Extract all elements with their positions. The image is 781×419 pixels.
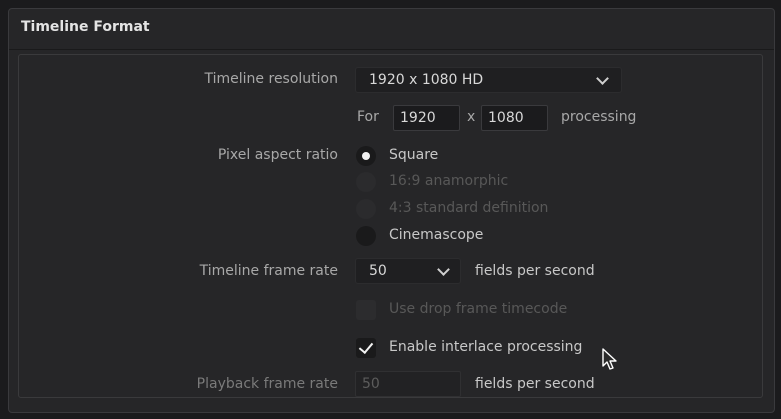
radio-4-3-standard-definition [356,199,376,219]
panel-title: Timeline Format [21,19,150,35]
mouse-pointer-icon [602,348,617,370]
radio-cinemascope-label: Cinemascope [389,227,484,243]
for-label: For [357,109,379,125]
interlace-checkbox[interactable] [356,338,376,358]
radio-cinemascope[interactable] [356,226,376,246]
radio-square[interactable] [356,146,376,166]
times-label: x [467,109,476,125]
processing-label: processing [561,109,637,125]
playback-frame-rate-label: Playback frame rate [196,376,338,392]
chevron-down-icon [596,72,609,85]
resolution-height-value: 1080 [488,110,524,126]
timeline-resolution-value: 1920 x 1080 HD [369,72,484,88]
timeline-frame-rate-label: Timeline frame rate [199,263,338,279]
resolution-width-field[interactable]: 1920 [393,105,460,131]
playback-frame-rate-value: 50 [362,376,380,392]
timeline-resolution-label: Timeline resolution [204,71,338,87]
radio-square-label: Square [389,147,439,163]
checkmark-icon [358,338,374,355]
resolution-width-value: 1920 [400,110,436,126]
timeline-resolution-dropdown[interactable]: 1920 x 1080 HD [355,67,622,93]
chevron-down-icon [437,263,450,276]
resolution-height-field[interactable]: 1080 [481,105,548,131]
frame-rate-unit-label: fields per second [475,263,595,279]
drop-frame-checkbox [356,300,376,320]
timeline-frame-rate-value: 50 [369,263,387,279]
radio-16-9-anamorphic-label: 16:9 anamorphic [389,173,509,189]
timeline-frame-rate-dropdown[interactable]: 50 [355,258,461,284]
playback-unit-label: fields per second [475,376,595,392]
playback-frame-rate-field: 50 [355,371,461,397]
panel-header: Timeline Format [9,9,774,50]
radio-16-9-anamorphic [356,172,376,192]
interlace-label: Enable interlace processing [389,339,583,355]
pixel-aspect-ratio-label: Pixel aspect ratio [217,147,338,163]
drop-frame-label: Use drop frame timecode [389,301,568,317]
radio-4-3-standard-definition-label: 4:3 standard definition [389,200,549,216]
